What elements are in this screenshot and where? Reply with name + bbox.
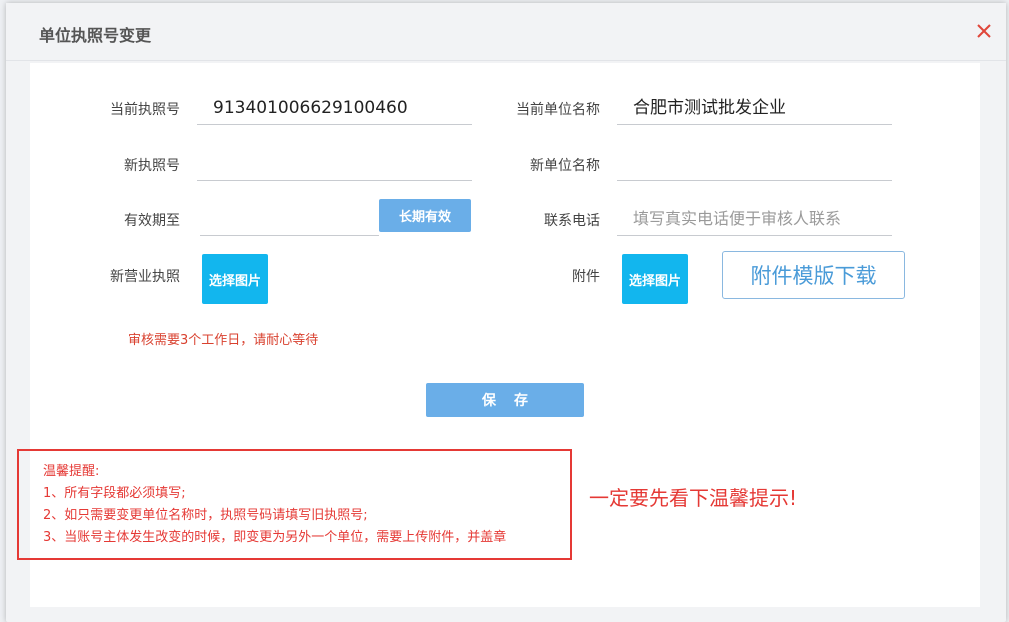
license-change-dialog: 单位执照号变更 当前执照号 913401006629100460 当前单位名称 …: [6, 3, 1006, 622]
save-button[interactable]: 保存: [426, 383, 584, 417]
close-icon[interactable]: [974, 21, 994, 41]
valid-until-input[interactable]: [200, 202, 379, 236]
current-license-field: 913401006629100460: [197, 91, 472, 125]
phone-label: 联系电话: [544, 213, 600, 229]
choose-license-image-button[interactable]: 选择图片: [202, 254, 268, 304]
tips-item: 1、所有字段都必须填写;: [43, 486, 186, 501]
long-term-button[interactable]: 长期有效: [379, 199, 471, 232]
review-notice: 审核需要3个工作日，请耐心等待: [128, 333, 319, 348]
template-download-button[interactable]: 附件模版下载: [722, 251, 905, 299]
current-license-label: 当前执照号: [110, 102, 180, 118]
new-license-label: 新执照号: [124, 158, 180, 174]
tips-title: 温馨提醒:: [43, 464, 100, 479]
current-unit-label: 当前单位名称: [516, 102, 600, 118]
dialog-header: 单位执照号变更: [6, 3, 1006, 61]
new-license-input[interactable]: [197, 147, 472, 181]
dialog-title: 单位执照号变更: [39, 26, 152, 45]
new-license-image-label: 新营业执照: [110, 269, 180, 285]
annotation-hint: 一定要先看下温馨提示!: [589, 486, 798, 510]
tips-item: 2、如只需要变更单位名称时，执照号码请填写旧执照号;: [43, 508, 368, 523]
tips-item: 3、当账号主体发生改变的时候，即变更为另外一个单位，需要上传附件，并盖章: [43, 530, 507, 545]
tips-box: 温馨提醒: 1、所有字段都必须填写; 2、如只需要变更单位名称时，执照号码请填写…: [17, 449, 572, 560]
valid-until-label: 有效期至: [124, 213, 180, 229]
current-unit-field: 合肥市测试批发企业: [617, 91, 892, 125]
choose-attachment-button[interactable]: 选择图片: [622, 254, 688, 304]
attachment-label: 附件: [572, 269, 600, 285]
new-unit-input[interactable]: [617, 147, 892, 181]
phone-input[interactable]: [617, 202, 892, 236]
new-unit-label: 新单位名称: [530, 158, 600, 174]
dialog-body: 当前执照号 913401006629100460 当前单位名称 合肥市测试批发企…: [17, 63, 980, 607]
